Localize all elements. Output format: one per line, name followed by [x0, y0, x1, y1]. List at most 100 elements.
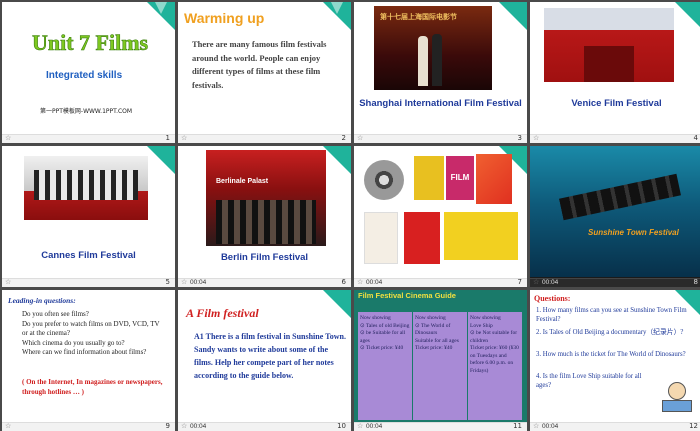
star-icon: ☆ [5, 279, 12, 286]
slide-title: Unit 7 Films [32, 30, 149, 56]
guide-table: Now showing ⊙ Tales of old Beijing ⊙ be … [358, 312, 522, 420]
corner-triangle-icon [323, 290, 351, 318]
poster-image [444, 212, 518, 260]
slide-number: 5 [165, 278, 170, 286]
slide-footer: ☆ 2 [178, 134, 351, 143]
slide-number: 9 [165, 422, 170, 430]
guide-column: Now showing Love Ship ⊙ be Not suitable … [468, 312, 522, 420]
slide-footer: ☆ 4 [530, 134, 700, 143]
slide-thumb-2[interactable]: Warming up There are many famous film fe… [178, 2, 351, 143]
slide-footer: ☆ 1 [2, 134, 175, 143]
slide-thumb-10[interactable]: A Film festival A1 There is a film festi… [178, 290, 351, 431]
star-icon: ☆ [5, 423, 12, 430]
slide-number: 4 [693, 134, 698, 142]
slide-caption: Cannes Film Festival [41, 250, 136, 261]
answer-text: ( On the Internet, In magazines or newsp… [22, 378, 163, 396]
star-icon: ☆ [357, 423, 364, 430]
photo-banner: Berlinale Palast [216, 178, 269, 185]
slide-number: 12 [689, 422, 698, 430]
slide-thumb-1[interactable]: Unit 7 Films Integrated skills 第一PPT模板网-… [2, 2, 175, 143]
slide-footer: ☆ 00:04 12 [530, 422, 700, 431]
slide-footer: ☆ 00:04 8 [530, 278, 700, 287]
slide-number: 7 [517, 278, 522, 286]
poster-image [414, 156, 444, 200]
poster-image [476, 154, 512, 204]
slide-subtitle: Integrated skills [46, 70, 123, 81]
slide-timing: 00:04 [366, 423, 383, 430]
photo-banner: 第十七届上海国际电影节 [380, 13, 457, 21]
poster-image [404, 212, 440, 264]
poster-label: FILM [450, 173, 470, 182]
film-reel-image [364, 160, 404, 200]
credit-text: 第一PPT模板网-WWW.1PPT.COM [40, 108, 133, 115]
question-3: 3. How much is the ticket for The World … [536, 351, 686, 358]
slide-thumb-12[interactable]: Questions: 1. How many films can you see… [530, 290, 700, 431]
student-cartoon-image [660, 382, 694, 418]
slide-number: 10 [337, 422, 346, 430]
slide-footer: ☆ 00:04 7 [354, 278, 527, 287]
poster-image: FILM [446, 156, 474, 200]
festival-photo: 第十七届上海国际电影节 [374, 6, 492, 90]
slide-timing: 00:04 [366, 279, 383, 286]
slide-timing: 00:04 [542, 279, 559, 286]
slide-thumb-8[interactable]: Sunshine Town Festival ☆ 00:04 8 [530, 146, 700, 287]
star-icon: ☆ [181, 135, 188, 142]
slide-timing: 00:04 [542, 423, 559, 430]
slide-heading: Film Festival Cinema Guide [358, 291, 456, 300]
poster-image [364, 212, 398, 264]
corner-triangle-icon [147, 2, 175, 30]
star-icon: ☆ [181, 423, 188, 430]
star-icon: ☆ [533, 279, 540, 286]
festival-photo: Berlinale Palast [206, 150, 326, 246]
question-1: 1. How many films can you see at Sunshin… [536, 307, 687, 323]
slide-heading: A Film festival [186, 306, 259, 320]
question-2: 2. Is Tales of Old Beijing a documentary… [536, 329, 684, 336]
guide-column: Now showing ⊙ The World of Dinosaurs Sui… [413, 312, 467, 420]
slide-number: 2 [341, 134, 346, 142]
festival-photo [24, 156, 148, 220]
corner-triangle-icon [499, 2, 527, 30]
star-icon: ☆ [5, 135, 12, 142]
slide-thumb-11[interactable]: Film Festival Cinema Guide Now showing ⊙… [354, 290, 527, 431]
slide-timing: 00:04 [190, 423, 207, 430]
slide-footer: ☆ 3 [354, 134, 527, 143]
slide-body: Do you often see films? Do you prefer to… [22, 310, 160, 356]
slide-thumb-6[interactable]: Berlinale Palast Berlin Film Festival ☆ 0… [178, 146, 351, 287]
slide-caption: Shanghai International Film Festival [359, 98, 522, 109]
slide-body: There are many famous film festivals aro… [192, 39, 327, 90]
star-icon: ☆ [357, 135, 364, 142]
slide-number: 6 [341, 278, 346, 286]
slide-number: 8 [693, 278, 698, 286]
slide-number: 3 [517, 134, 522, 142]
slide-thumb-4[interactable]: Venice Film Festival ☆ 4 [530, 2, 700, 143]
star-icon: ☆ [357, 279, 364, 286]
slide-number: 11 [513, 422, 522, 430]
slide-thumb-3[interactable]: 第十七届上海国际电影节 Shanghai International Film … [354, 2, 527, 143]
corner-triangle-icon [675, 2, 700, 27]
slide-number: 1 [165, 134, 170, 142]
corner-triangle-icon [323, 2, 351, 30]
slide-heading: Questions: [534, 294, 571, 303]
slide-thumb-7[interactable]: FILM ☆ 00:04 7 [354, 146, 527, 287]
slide-caption: Berlin Film Festival [220, 252, 309, 263]
star-icon: ☆ [533, 423, 540, 430]
star-icon: ☆ [181, 279, 188, 286]
corner-triangle-icon [147, 146, 175, 174]
poster-title: Sunshine Town Festival [588, 228, 679, 237]
slide-body: A1 There is a film festival in Sunshine … [194, 332, 346, 380]
slide-heading: Leading-in questions: [8, 296, 76, 305]
slide-timing: 00:04 [190, 279, 207, 286]
question-4: 4. Is the film Love Ship suitable for al… [536, 373, 642, 389]
slide-footer: ☆ 00:04 11 [354, 422, 527, 431]
slide-footer: ☆ 5 [2, 278, 175, 287]
festival-poster: Sunshine Town Festival [530, 146, 700, 277]
festival-photo [544, 8, 674, 82]
slide-thumb-9[interactable]: Leading-in questions: Do you often see f… [2, 290, 175, 431]
slide-title: Warming up [184, 10, 265, 26]
slide-thumb-5[interactable]: Cannes Film Festival ☆ 5 [2, 146, 175, 287]
star-icon: ☆ [533, 135, 540, 142]
slide-footer: ☆ 9 [2, 422, 175, 431]
slide-footer: ☆ 00:04 10 [178, 422, 351, 431]
guide-column: Now showing ⊙ Tales of old Beijing ⊙ be … [358, 312, 412, 420]
slide-footer: ☆ 00:04 6 [178, 278, 351, 287]
